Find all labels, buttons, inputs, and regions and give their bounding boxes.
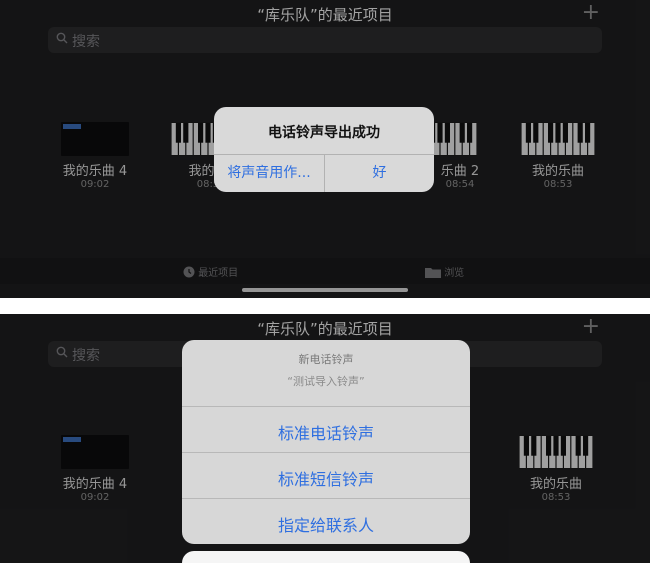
recents-screen-bottom: “库乐队”的最近项目 + 搜索 我的乐曲 4 09:02 我的乐曲 08:53 … [0, 314, 650, 563]
sheet-subtitle: “测试导入铃声” [287, 375, 365, 388]
ok-button[interactable]: 好 [325, 155, 434, 192]
ringtone-action-sheet: 新电话铃声 “测试导入铃声” 标准电话铃声 标准短信铃声 指定给联系人 [182, 340, 470, 544]
export-success-alert: 电话铃声导出成功 将声音用作... 好 [214, 107, 434, 192]
use-sound-as-button[interactable]: 将声音用作... [214, 155, 324, 192]
cancel-button[interactable] [182, 551, 470, 563]
assign-to-contact-option[interactable]: 指定给联系人 [182, 512, 470, 536]
sheet-title: 新电话铃声 [298, 353, 354, 366]
recents-screen-top: “库乐队”的最近项目 + 搜索 我的乐曲 4 09:02 我的乐 08:5 乐曲… [0, 0, 650, 298]
standard-text-tone-option[interactable]: 标准短信铃声 [182, 466, 470, 490]
alert-title: 电话铃声导出成功 [268, 125, 380, 141]
standard-ringtone-option[interactable]: 标准电话铃声 [182, 420, 470, 444]
